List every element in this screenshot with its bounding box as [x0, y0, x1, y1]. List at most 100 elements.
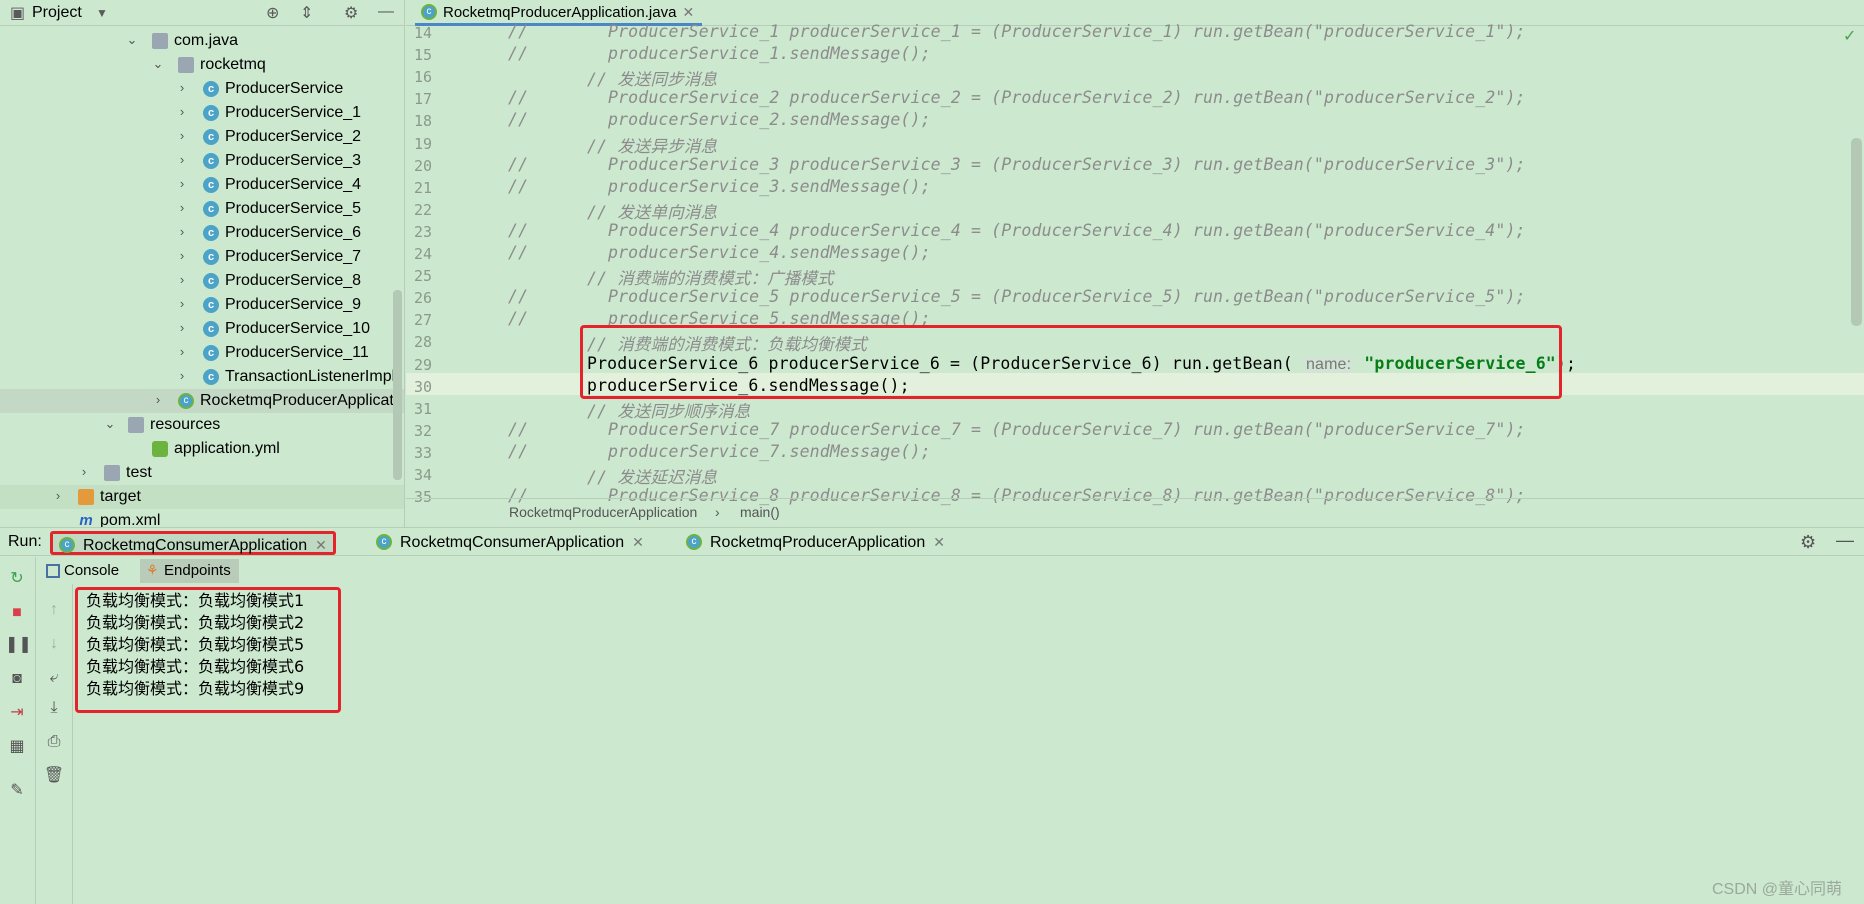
- close-icon[interactable]: ✕: [933, 534, 945, 550]
- project-title[interactable]: Project: [32, 4, 82, 22]
- locate-icon[interactable]: ⊕: [266, 3, 279, 23]
- tree-item-class[interactable]: › c ProducerService_9: [0, 293, 404, 317]
- chevron-right-icon[interactable]: ›: [176, 344, 188, 359]
- tree-item-class[interactable]: › c TransactionListenerImpl: [0, 365, 404, 389]
- spring-boot-class-icon: c: [178, 393, 194, 409]
- tree-item-class[interactable]: › c ProducerService_2: [0, 125, 404, 149]
- chevron-right-icon[interactable]: ›: [176, 248, 188, 263]
- inspection-ok-icon[interactable]: ✓: [1843, 26, 1856, 46]
- line-number: 20: [413, 157, 432, 175]
- pause-icon[interactable]: ❚❚: [5, 633, 32, 657]
- gear-icon[interactable]: ⚙: [344, 3, 358, 23]
- chevron-down-icon[interactable]: ▼: [96, 6, 108, 20]
- tab-console[interactable]: Console: [40, 559, 127, 583]
- spring-boot-run-icon: c: [59, 537, 75, 553]
- tree-item-test[interactable]: › test: [0, 461, 404, 485]
- minimize-icon[interactable]: —: [378, 3, 394, 21]
- tree-item-label: application.yml: [174, 440, 280, 457]
- tree-item-rocketmq[interactable]: ⌄ rocketmq: [0, 53, 404, 77]
- soft-wrap-icon[interactable]: ⤶: [42, 666, 66, 690]
- chevron-right-icon[interactable]: ›: [176, 368, 188, 383]
- rerun-icon[interactable]: ↻: [5, 567, 29, 591]
- tree-item-class[interactable]: › c ProducerService_5: [0, 197, 404, 221]
- run-tab-consumer-2[interactable]: c RocketmqConsumerApplication ✕: [370, 531, 650, 555]
- line-number: 24: [413, 245, 432, 263]
- tree-item-pom[interactable]: m pom.xml: [0, 509, 404, 527]
- console-tab-bar: Console ⚘ Endpoints: [36, 557, 1864, 584]
- code-line: ProducerService_5 producerService_5 = (P…: [608, 287, 1526, 306]
- collapse-all-icon[interactable]: ⇕: [300, 3, 313, 23]
- tab-endpoints[interactable]: ⚘ Endpoints: [140, 559, 239, 583]
- close-icon[interactable]: ✕: [632, 534, 644, 550]
- line-number: 29: [413, 356, 432, 374]
- chevron-down-icon[interactable]: ⌄: [152, 56, 164, 72]
- breadcrumb-class[interactable]: RocketmqProducerApplication: [509, 504, 697, 520]
- class-icon: c: [203, 273, 219, 289]
- endpoints-icon: ⚘: [146, 562, 159, 578]
- breadcrumb-method[interactable]: main(): [740, 504, 780, 520]
- tab-endpoints-label: Endpoints: [164, 562, 231, 579]
- console-icon: [46, 564, 60, 578]
- stop-icon[interactable]: ■: [5, 601, 29, 625]
- gear-icon[interactable]: ⚙: [1800, 532, 1816, 553]
- tree-item-resources[interactable]: ⌄ resources: [0, 413, 404, 437]
- chevron-right-icon[interactable]: ›: [176, 200, 188, 215]
- chevron-right-icon[interactable]: ›: [176, 176, 188, 191]
- tree-item-class[interactable]: › c ProducerService_7: [0, 245, 404, 269]
- tree-item-yml[interactable]: application.yml: [0, 437, 404, 461]
- tree-item-class[interactable]: › c ProducerService_3: [0, 149, 404, 173]
- tree-item-class[interactable]: › c ProducerService_6: [0, 221, 404, 245]
- chevron-right-icon[interactable]: ›: [176, 152, 188, 167]
- tree-item-class[interactable]: › c ProducerService_4: [0, 173, 404, 197]
- project-view-icon[interactable]: ▣: [10, 3, 25, 23]
- pin-icon[interactable]: ✎: [5, 779, 29, 803]
- down-arrow-icon[interactable]: ↓: [42, 632, 66, 656]
- project-scrollbar[interactable]: [393, 290, 402, 480]
- exit-icon[interactable]: ⇥: [5, 701, 29, 725]
- yml-icon: [152, 441, 168, 457]
- tree-item-label: RocketmqProducerApplicati: [200, 392, 398, 409]
- print-icon[interactable]: ⎙: [42, 730, 66, 754]
- layout-icon[interactable]: ▦: [5, 735, 29, 759]
- tree-item-class[interactable]: › c ProducerService_10: [0, 317, 404, 341]
- line-number: 16: [413, 68, 432, 86]
- chevron-right-icon[interactable]: ›: [176, 80, 188, 95]
- camera-icon[interactable]: ◙: [5, 667, 29, 691]
- run-tab-producer[interactable]: c RocketmqProducerApplication ✕: [680, 531, 951, 555]
- comment-prefix: //: [508, 309, 529, 328]
- class-icon: c: [203, 153, 219, 169]
- chevron-down-icon[interactable]: ⌄: [104, 416, 116, 432]
- minimize-icon[interactable]: —: [1836, 530, 1854, 551]
- chevron-right-icon[interactable]: ›: [176, 320, 188, 335]
- chevron-right-icon[interactable]: ›: [176, 296, 188, 311]
- tree-item-class[interactable]: › c ProducerService_1: [0, 101, 404, 125]
- chevron-down-icon[interactable]: ⌄: [126, 32, 138, 48]
- chevron-right-icon[interactable]: ›: [52, 488, 64, 503]
- tree-item-class[interactable]: › c ProducerService_11: [0, 341, 404, 365]
- code-line: ProducerService_7 producerService_7 = (P…: [608, 420, 1526, 439]
- chevron-right-icon[interactable]: ›: [176, 128, 188, 143]
- tree-item-label: ProducerService_2: [225, 128, 362, 145]
- line-number: 22: [413, 201, 432, 219]
- tree-item-com-java[interactable]: ⌄ com.java: [0, 29, 404, 53]
- tree-item-target[interactable]: › target: [0, 485, 404, 509]
- console-highlight-box: [75, 587, 341, 713]
- up-arrow-icon[interactable]: ↑: [42, 598, 66, 622]
- chevron-right-icon[interactable]: ›: [176, 224, 188, 239]
- tree-item-label: resources: [150, 416, 221, 433]
- chevron-right-icon[interactable]: ›: [78, 464, 90, 479]
- scroll-to-end-icon[interactable]: ⤓: [42, 696, 66, 720]
- tree-item-label: com.java: [174, 32, 239, 49]
- run-tab-consumer-1[interactable]: c RocketmqConsumerApplication ✕: [50, 531, 336, 555]
- tree-item-class[interactable]: › c ProducerService: [0, 77, 404, 101]
- trash-icon[interactable]: 🗑: [42, 764, 66, 788]
- chevron-right-icon[interactable]: ›: [176, 272, 188, 287]
- close-icon[interactable]: ✕: [682, 4, 694, 20]
- chevron-right-icon[interactable]: ›: [152, 392, 164, 407]
- close-icon[interactable]: ✕: [315, 537, 327, 553]
- tree-item-main-class[interactable]: › c RocketmqProducerApplicati: [0, 389, 404, 413]
- chevron-right-icon[interactable]: ›: [176, 104, 188, 119]
- editor-scrollbar[interactable]: [1851, 138, 1862, 326]
- tree-item-class[interactable]: › c ProducerService_8: [0, 269, 404, 293]
- spring-boot-run-icon: c: [686, 534, 702, 550]
